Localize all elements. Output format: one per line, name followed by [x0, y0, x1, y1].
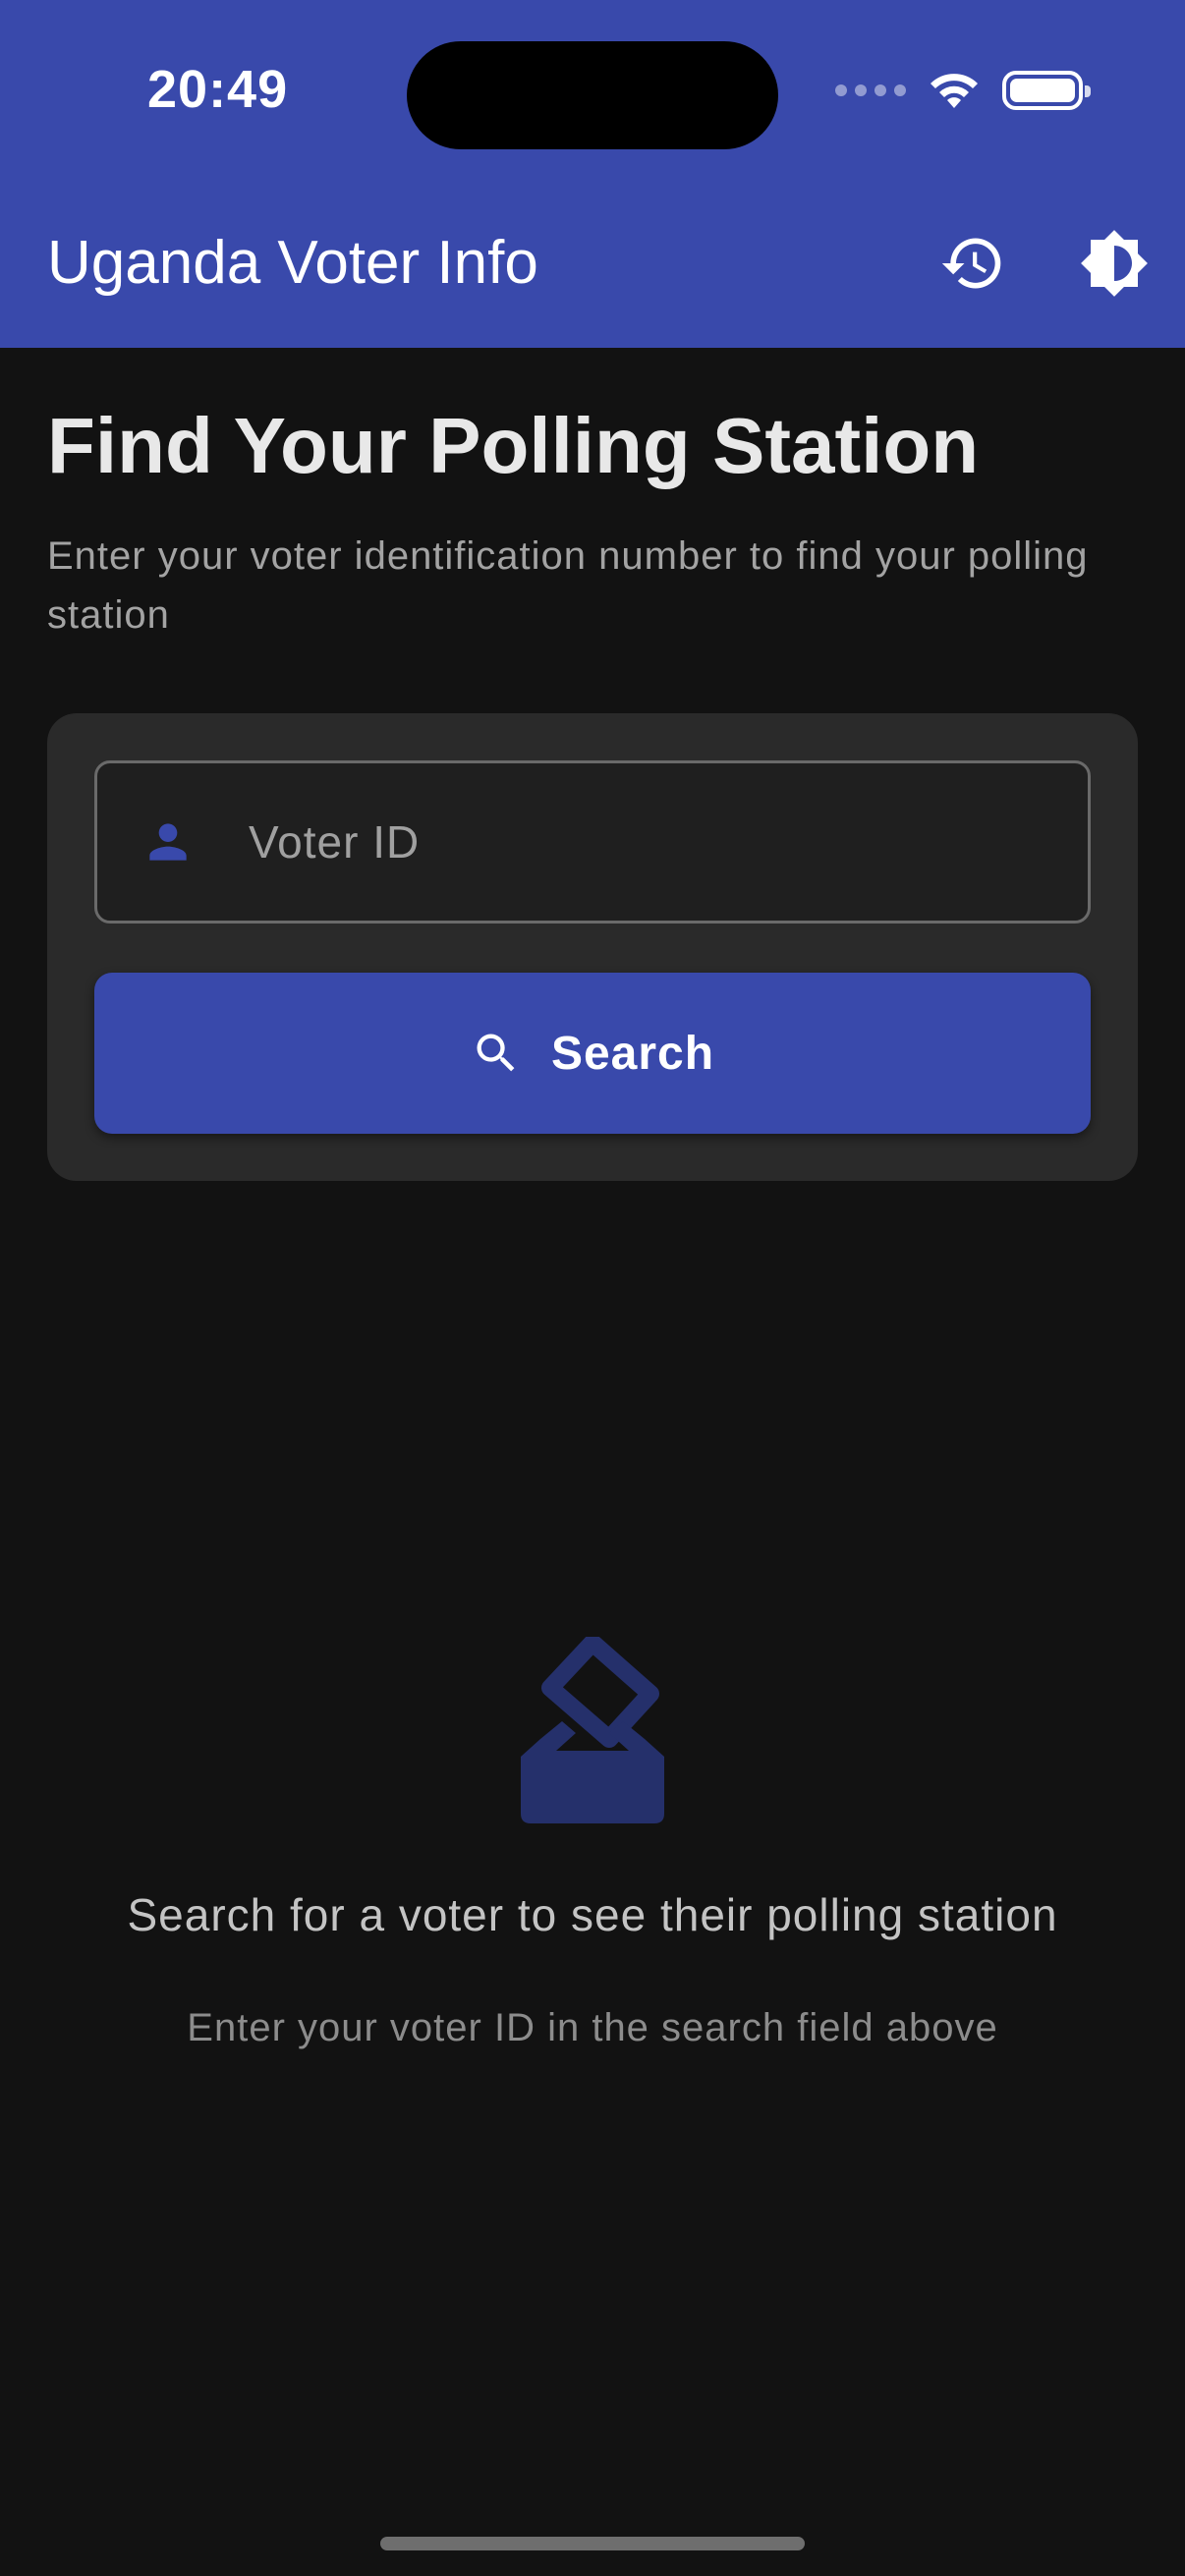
search-button[interactable]: Search	[94, 973, 1091, 1134]
history-button[interactable]	[931, 222, 1014, 305]
voter-id-input[interactable]	[247, 763, 1088, 921]
ballot-box-icon	[521, 1637, 664, 1823]
app-title: Uganda Voter Info	[47, 229, 538, 297]
page-subtitle: Enter your voter identification number t…	[47, 534, 1089, 637]
search-card: Search	[47, 713, 1138, 1181]
app-header: 20:49 Uganda Voter Info	[0, 0, 1185, 348]
status-icons	[835, 71, 1091, 110]
brightness-icon	[1081, 230, 1148, 297]
battery-icon	[1002, 71, 1091, 110]
status-time: 20:49	[147, 60, 289, 119]
cellular-signal-icon	[835, 84, 906, 96]
dynamic-island	[407, 41, 778, 149]
voter-id-field[interactable]	[94, 760, 1091, 924]
theme-toggle-button[interactable]	[1073, 222, 1156, 305]
page-title: Find Your Polling Station	[47, 402, 980, 489]
empty-state-title: Search for a voter to see their polling …	[127, 1889, 1058, 1940]
wifi-icon	[931, 74, 978, 108]
history-icon	[941, 238, 1001, 289]
search-button-label: Search	[550, 1027, 715, 1080]
empty-state-subtitle: Enter your voter ID in the search field …	[187, 2006, 998, 2049]
person-icon	[141, 814, 196, 869]
search-icon	[477, 1034, 515, 1072]
home-indicator[interactable]	[380, 2537, 805, 2550]
